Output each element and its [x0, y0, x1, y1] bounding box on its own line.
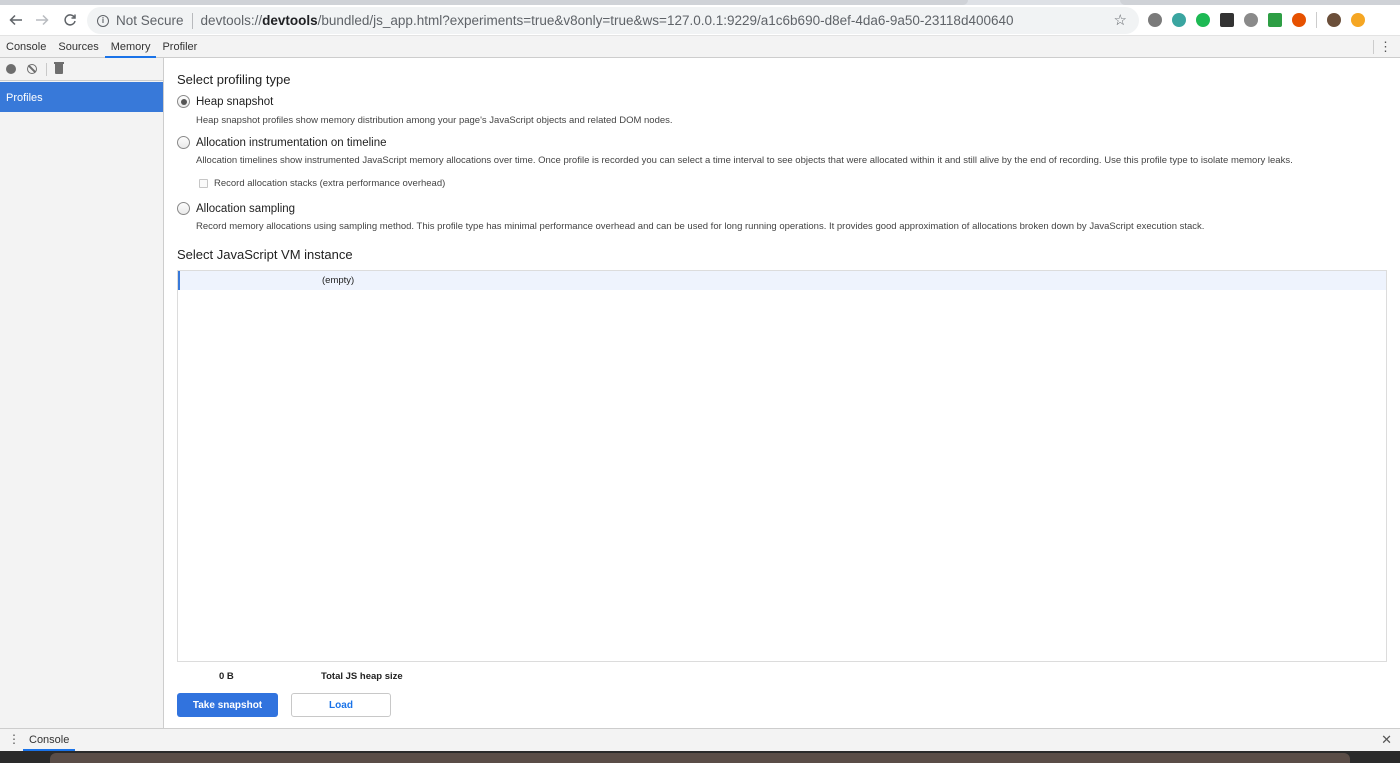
allocation-timeline-description: Allocation timelines show instrumented J…: [196, 155, 1293, 166]
drawer-menu-icon[interactable]: ⋮: [8, 733, 20, 745]
address-divider: [191, 12, 193, 29]
tab-console-drawer[interactable]: Console: [23, 729, 76, 751]
extension-icon[interactable]: [1351, 13, 1365, 27]
info-icon[interactable]: i: [97, 14, 109, 27]
trash-icon[interactable]: [54, 62, 64, 74]
back-arrow-icon[interactable]: [6, 10, 26, 30]
extension-icon[interactable]: [1148, 13, 1162, 27]
tab-profiler[interactable]: Profiler: [156, 36, 203, 57]
memory-panel: Select profiling type Heap snapshot Heap…: [165, 58, 1400, 728]
sidebar-toolbar-divider: [46, 62, 47, 76]
os-dock: [0, 751, 1400, 763]
heap-size-value: 0 B: [219, 671, 234, 682]
allocation-sampling-description: Record memory allocations using sampling…: [196, 221, 1205, 232]
extension-icon[interactable]: [1172, 13, 1186, 27]
console-drawer: ⋮ Console ✕: [0, 728, 1400, 751]
profiling-type-title: Select profiling type: [177, 72, 291, 87]
list-item[interactable]: (empty): [178, 271, 1386, 290]
option-allocation-sampling[interactable]: Allocation sampling: [177, 202, 295, 215]
extension-icon[interactable]: [1196, 13, 1210, 27]
reload-icon[interactable]: [60, 10, 80, 30]
load-button[interactable]: Load: [291, 693, 391, 717]
more-options-icon[interactable]: ⋮: [1379, 39, 1392, 55]
vm-instance-label: (empty): [322, 275, 355, 286]
tab-console[interactable]: Console: [0, 36, 52, 57]
extension-icon[interactable]: [1327, 13, 1341, 27]
heap-snapshot-description: Heap snapshot profiles show memory distr…: [196, 115, 673, 126]
bookmark-star-icon[interactable]: ☆: [1114, 11, 1127, 29]
heap-size-label: Total JS heap size: [321, 671, 403, 682]
devtools-tab-bar: Console Sources Memory Profiler ⋮: [0, 36, 1400, 58]
extension-icon[interactable]: [1220, 13, 1234, 27]
dock-background: [50, 753, 1350, 763]
heap-snapshot-label[interactable]: Heap snapshot: [196, 96, 273, 108]
vm-instance-title: Select JavaScript VM instance: [177, 247, 353, 262]
tab-sources[interactable]: Sources: [52, 36, 104, 57]
security-label[interactable]: Not Secure: [116, 13, 184, 28]
allocation-timeline-label[interactable]: Allocation instrumentation on timeline: [196, 137, 387, 149]
url-host: devtools: [262, 13, 318, 28]
take-snapshot-button[interactable]: Take snapshot: [177, 693, 278, 717]
record-icon[interactable]: [5, 63, 17, 75]
extension-icon[interactable]: [1292, 13, 1306, 27]
allocation-sampling-label[interactable]: Allocation sampling: [196, 203, 295, 215]
record-stacks-checkbox[interactable]: [199, 179, 208, 188]
option-allocation-timeline[interactable]: Allocation instrumentation on timeline: [177, 136, 387, 149]
tab-memory[interactable]: Memory: [104, 36, 157, 58]
extension-icon[interactable]: [1268, 13, 1282, 27]
extension-divider: [1316, 12, 1317, 28]
vm-instance-list[interactable]: (empty): [177, 270, 1387, 662]
address-bar[interactable]: i Not Secure devtools://devtools/bundled…: [87, 7, 1139, 34]
record-stacks-label[interactable]: Record allocation stacks (extra performa…: [214, 178, 445, 189]
heap-snapshot-radio[interactable]: [177, 95, 190, 108]
extension-icon[interactable]: [1244, 13, 1258, 27]
url-scheme: devtools://: [200, 13, 263, 28]
sidebar-item-profiles[interactable]: Profiles: [0, 82, 163, 112]
clear-all-icon[interactable]: [26, 63, 38, 75]
browser-toolbar: i Not Secure devtools://devtools/bundled…: [0, 5, 1400, 36]
extension-icons: [1148, 12, 1375, 28]
sidebar-toolbar: [0, 58, 163, 81]
url-path: /bundled/js_app.html?experiments=true&v8…: [317, 13, 1014, 28]
profiles-sidebar: Profiles: [0, 58, 164, 728]
url-text[interactable]: devtools://devtools/bundled/js_app.html?…: [201, 13, 1014, 28]
allocation-timeline-radio[interactable]: [177, 136, 190, 149]
allocation-sampling-radio[interactable]: [177, 202, 190, 215]
option-heap-snapshot[interactable]: Heap snapshot: [177, 95, 273, 108]
record-stacks-option[interactable]: Record allocation stacks (extra performa…: [199, 178, 445, 189]
forward-arrow-icon[interactable]: [32, 10, 52, 30]
tab-bar-divider: [1373, 40, 1374, 54]
close-icon[interactable]: ✕: [1381, 732, 1392, 748]
